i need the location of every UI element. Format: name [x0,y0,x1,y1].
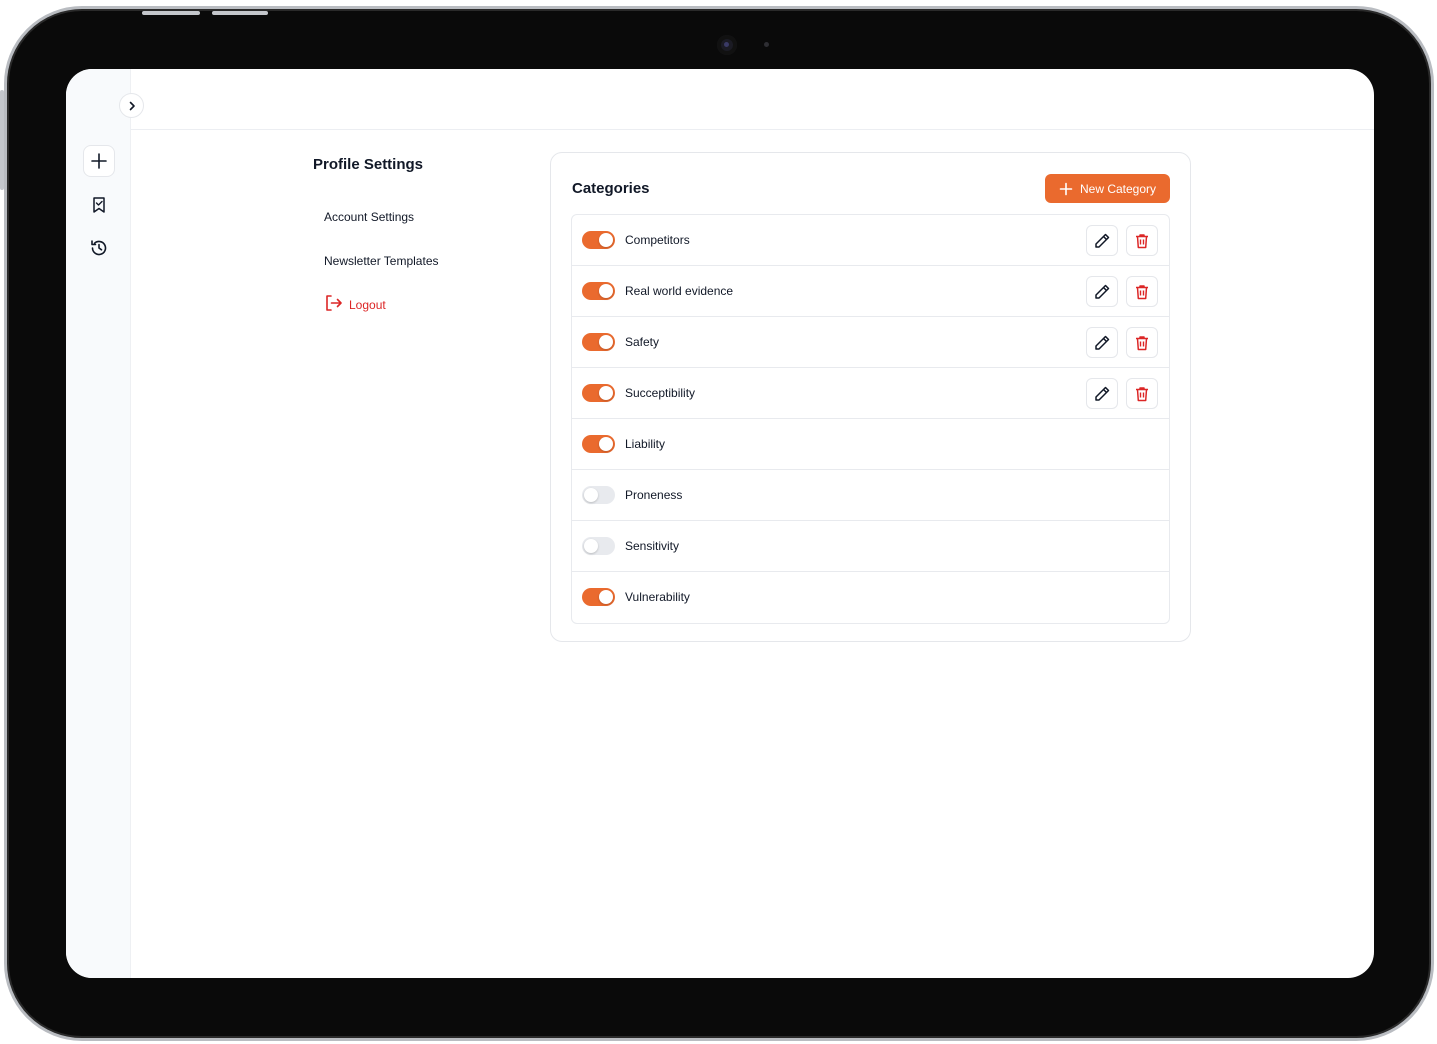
bookmark-icon[interactable] [83,189,115,221]
chevron-right-icon[interactable] [119,93,144,118]
list-item: Competitors [572,215,1169,266]
trash-icon[interactable] [1126,225,1158,256]
plus-icon[interactable] [83,145,115,177]
list-item: Real world evidence [572,266,1169,317]
new-category-button[interactable]: New Category [1045,174,1170,203]
category-toggle[interactable] [582,537,615,555]
pencil-icon[interactable] [1086,378,1118,409]
light-sensor [764,42,769,47]
category-toggle[interactable] [582,231,615,249]
hardware-button [142,11,200,15]
categories-list: Competitors Real world evidence Safety S… [571,214,1170,624]
category-toggle[interactable] [582,333,615,351]
logout-link[interactable]: Logout [323,293,386,316]
pencil-icon[interactable] [1086,276,1118,307]
logout-label: Logout [349,297,386,312]
trash-icon[interactable] [1126,378,1158,409]
sidebar [66,69,131,978]
category-label: Liability [625,437,666,451]
list-item: Sensitivity [572,521,1169,572]
front-camera [717,35,737,55]
category-label: Competitors [625,233,690,247]
hardware-button [212,11,268,15]
category-toggle[interactable] [582,282,615,300]
category-toggle[interactable] [582,435,615,453]
hardware-side-button [0,90,4,190]
category-toggle[interactable] [582,384,615,402]
pencil-icon[interactable] [1086,225,1118,256]
list-item: Liability [572,419,1169,470]
list-item: Vulnerability [572,572,1169,623]
category-label: Sensitivity [625,539,680,553]
menu-item-account-settings[interactable]: Account Settings [324,210,414,224]
trash-icon[interactable] [1126,327,1158,358]
category-label: Real world evidence [625,284,734,298]
pencil-icon[interactable] [1086,327,1118,358]
list-item: Safety [572,317,1169,368]
category-label: Succeptibility [625,386,696,400]
list-item: Proneness [572,470,1169,521]
trash-icon[interactable] [1126,276,1158,307]
page-title: Profile Settings [313,156,424,173]
menu-item-newsletter-templates[interactable]: Newsletter Templates [324,254,439,268]
history-icon[interactable] [83,232,115,264]
new-category-label: New Category [1079,181,1157,196]
categories-title: Categories [572,180,650,197]
plus-icon [1059,182,1073,195]
list-item: Succeptibility [572,368,1169,419]
app-screen: PJ Profile Settings Account Settings New… [66,69,1374,978]
logout-icon [323,293,343,316]
category-label: Vulnerability [625,590,690,604]
category-toggle[interactable] [582,588,615,606]
category-label: Proneness [625,488,683,502]
category-label: Safety [625,335,660,349]
categories-card: Categories New Category Competitors Real… [550,152,1191,642]
category-toggle[interactable] [582,486,615,504]
top-header: PJ [131,69,1374,130]
